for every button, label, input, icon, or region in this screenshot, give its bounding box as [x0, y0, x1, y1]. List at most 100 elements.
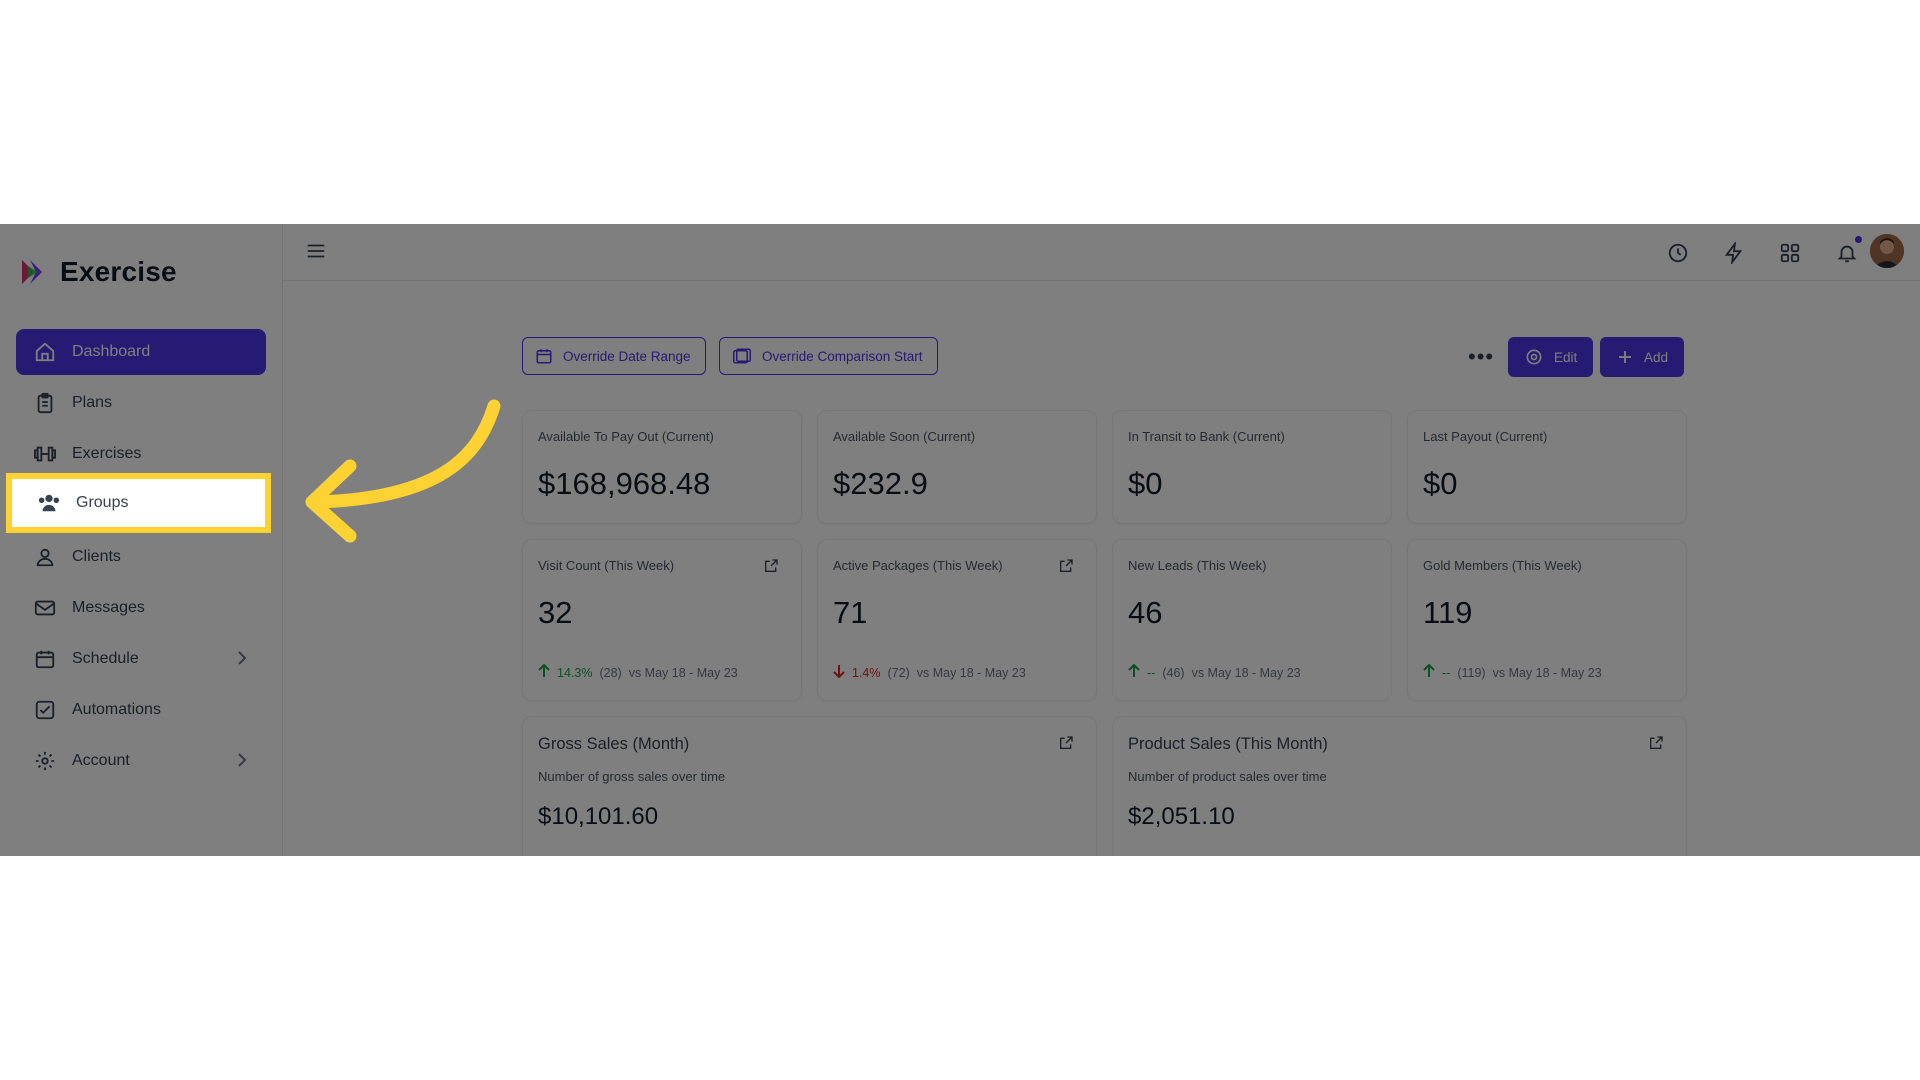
grid-icon[interactable]: [1777, 240, 1803, 266]
delta-previous: (119): [1457, 665, 1486, 680]
card-title: Available To Pay Out (Current): [538, 429, 714, 444]
chevron-right-icon: [236, 751, 248, 774]
card-value: $0: [1423, 466, 1458, 501]
card-value: $168,968.48: [538, 466, 711, 501]
plus-icon: [1619, 351, 1631, 363]
delta-compare: vs May 18 - May 23: [916, 665, 1026, 680]
top-bar: [283, 224, 1920, 281]
app-name: Exercise: [60, 256, 177, 287]
app-window: Exercise Dashboard Plans Exercises Group…: [0, 224, 1920, 856]
chart-card-gross-sales: Gross Sales (Month) Number of gross sale…: [522, 716, 1097, 856]
sidebar-item-label: Groups: [76, 494, 129, 511]
delta-change: --: [1147, 665, 1156, 680]
calendar-icon: [733, 348, 751, 364]
avatar[interactable]: [1870, 234, 1904, 268]
home-icon: [32, 339, 58, 365]
delta-change: --: [1442, 665, 1451, 680]
gear-icon: [32, 748, 58, 774]
stat-card-last-payout: Last Payout (Current) $0: [1407, 410, 1687, 524]
sidebar-item-label: Account: [72, 752, 130, 769]
card-value: 46: [1128, 595, 1163, 630]
callout-arrow-icon: [305, 399, 501, 543]
sidebar-item-clients[interactable]: Clients: [16, 534, 266, 580]
arrow-up-icon: [538, 663, 550, 681]
card-title: Gross Sales (Month): [538, 735, 690, 753]
delta-row: 1.4% (72) vs May 18 - May 23: [833, 664, 1026, 681]
sidebar-item-label: Plans: [72, 394, 113, 411]
stat-card-active-packages: Active Packages (This Week) 71 1.4% (72)…: [817, 539, 1097, 701]
card-subtitle: Number of gross sales over time: [538, 769, 726, 784]
edit-button[interactable]: Edit: [1508, 337, 1594, 377]
sidebar-item-exercises[interactable]: Exercises: [16, 431, 266, 477]
dumbbell-icon: [32, 441, 58, 467]
delta-row: -- (119) vs May 18 - May 23: [1423, 663, 1602, 681]
sidebar-item-label: Messages: [72, 599, 145, 616]
card-value: $232.9: [833, 466, 928, 501]
sidebar-item-dashboard[interactable]: Dashboard: [16, 329, 266, 375]
sidebar-item-label: Exercises: [72, 445, 142, 462]
bell-icon[interactable]: [1834, 236, 1862, 266]
users-icon: [36, 490, 62, 516]
button-label: Override Comparison Start: [762, 348, 923, 364]
clock-icon[interactable]: [1665, 240, 1691, 266]
delta-compare: vs May 18 - May 23: [628, 665, 738, 680]
button-label: Edit: [1554, 349, 1578, 365]
card-title: Product Sales (This Month): [1128, 735, 1328, 753]
arrow-up-icon: [1128, 663, 1140, 681]
calendar-icon: [536, 349, 552, 364]
stat-card-gold-members: Gold Members (This Week) 119 -- (119) vs…: [1407, 539, 1687, 701]
bolt-icon[interactable]: [1721, 240, 1747, 266]
override-comparison-start-button[interactable]: Override Comparison Start: [719, 337, 938, 375]
sidebar-item-automations[interactable]: Automations: [16, 687, 266, 733]
delta-previous: (28): [599, 665, 622, 680]
calendar-icon: [32, 646, 58, 672]
card-value: 119: [1423, 595, 1473, 630]
menu-icon[interactable]: [305, 240, 327, 267]
external-link-icon[interactable]: [1058, 558, 1074, 579]
arrow-down-icon: [833, 664, 845, 681]
logo-icon: [22, 260, 42, 284]
sidebar-item-account[interactable]: Account: [16, 738, 266, 784]
sidebar-item-groups-highlight[interactable]: Groups: [6, 473, 271, 533]
card-title: Active Packages (This Week): [833, 558, 1003, 573]
card-subtitle: Number of product sales over time: [1128, 769, 1327, 784]
card-title: Available Soon (Current): [833, 429, 976, 444]
card-value: $10,101.60: [538, 803, 659, 830]
sidebar-item-plans[interactable]: Plans: [16, 380, 266, 426]
button-label: Override Date Range: [563, 348, 691, 364]
chevron-right-icon: [236, 649, 248, 672]
delta-row: 14.3% (28) vs May 18 - May 23: [538, 663, 738, 681]
card-value: $2,051.10: [1128, 803, 1235, 830]
delta-change: 14.3%: [557, 665, 593, 680]
external-link-icon[interactable]: [763, 558, 779, 579]
arrow-up-icon: [1423, 663, 1435, 681]
sidebar-item-label: Dashboard: [72, 343, 151, 360]
card-value: $0: [1128, 466, 1163, 501]
sidebar: Exercise Dashboard Plans Exercises Group…: [0, 224, 283, 856]
delta-row: -- (46) vs May 18 - May 23: [1128, 663, 1301, 681]
sidebar-item-label: Clients: [72, 548, 121, 565]
sidebar-item-label: Automations: [72, 701, 161, 718]
card-title: Visit Count (This Week): [538, 558, 675, 573]
sidebar-item-schedule[interactable]: Schedule: [16, 636, 266, 682]
stat-card-available-soon: Available Soon (Current) $232.9: [817, 410, 1097, 524]
stat-card-in-transit: In Transit to Bank (Current) $0: [1112, 410, 1392, 524]
delta-compare: vs May 18 - May 23: [1492, 665, 1602, 680]
app-logo[interactable]: Exercise: [18, 256, 177, 288]
gear-icon: [1526, 349, 1542, 365]
override-date-range-button[interactable]: Override Date Range: [522, 337, 706, 375]
more-options-button[interactable]: •••: [1468, 344, 1494, 370]
card-title: Last Payout (Current): [1423, 429, 1548, 444]
delta-previous: (46): [1162, 665, 1185, 680]
sidebar-item-messages[interactable]: Messages: [16, 585, 266, 631]
card-value: 71: [833, 595, 868, 630]
external-link-icon[interactable]: [1648, 735, 1664, 756]
external-link-icon[interactable]: [1058, 735, 1074, 756]
button-label: Add: [1644, 349, 1669, 365]
card-title: In Transit to Bank (Current): [1128, 429, 1285, 444]
add-button[interactable]: Add: [1600, 337, 1685, 377]
stat-card-available-payout: Available To Pay Out (Current) $168,968.…: [522, 410, 802, 524]
user-icon: [32, 544, 58, 570]
stat-card-new-leads: New Leads (This Week) 46 -- (46) vs May …: [1112, 539, 1392, 701]
notification-dot: [1855, 236, 1862, 243]
